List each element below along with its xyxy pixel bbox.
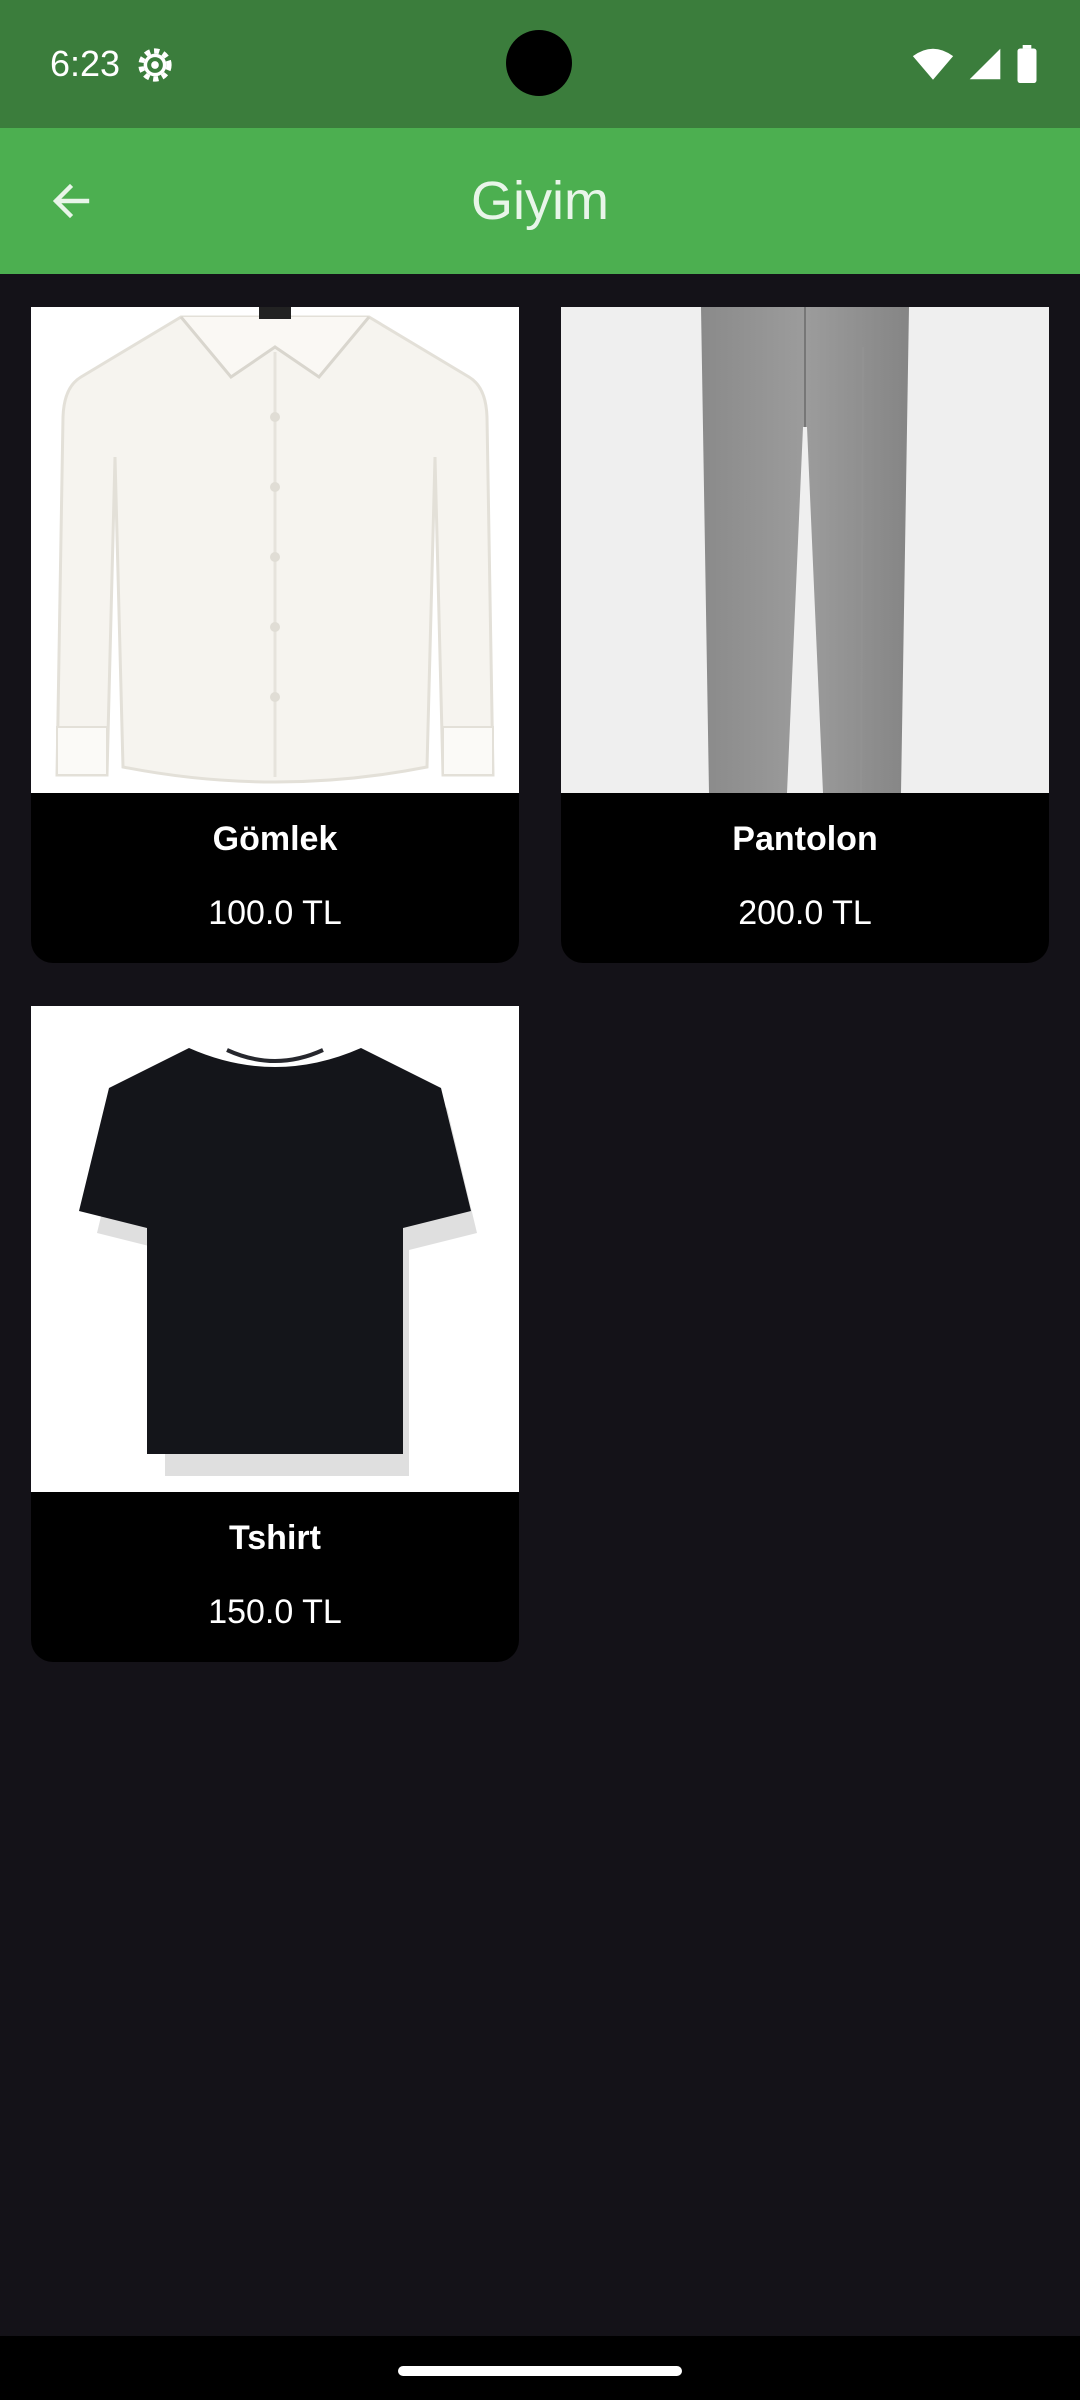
- settings-gear-icon: [138, 48, 172, 82]
- product-price: 200.0 TL: [738, 894, 872, 932]
- product-card-gomlek[interactable]: Gömlek 100.0 TL: [31, 307, 519, 963]
- product-card-pantolon[interactable]: Pantolon 200.0 TL: [561, 307, 1049, 963]
- page-title: Giyim: [471, 171, 609, 231]
- product-name: Pantolon: [732, 820, 878, 858]
- trousers-image: [701, 307, 909, 794]
- status-icons: [912, 44, 1038, 84]
- battery-icon: [1017, 45, 1037, 83]
- product-image-shirt: [31, 307, 519, 793]
- status-time: 6:23: [50, 43, 121, 84]
- shirt-image: [55, 307, 495, 784]
- status-bar: 6:23: [0, 0, 1080, 128]
- product-price: 100.0 TL: [208, 894, 342, 932]
- product-image-tshirt: [31, 1006, 519, 1492]
- product-name: Gömlek: [212, 820, 338, 858]
- navigation-bar: [0, 2336, 1080, 2400]
- home-gesture-handle[interactable]: [398, 2366, 682, 2376]
- camera-cutout: [506, 30, 572, 96]
- cell-signal-icon: [969, 48, 1001, 80]
- product-card-tshirt[interactable]: Tshirt 150.0 TL: [31, 1006, 519, 1662]
- tshirt-image: [79, 1048, 477, 1476]
- product-price: 150.0 TL: [208, 1593, 342, 1631]
- wifi-icon: [912, 48, 954, 80]
- app-bar: Giyim: [0, 128, 1080, 274]
- product-name: Tshirt: [229, 1519, 321, 1557]
- product-image-trousers: [561, 307, 1049, 794]
